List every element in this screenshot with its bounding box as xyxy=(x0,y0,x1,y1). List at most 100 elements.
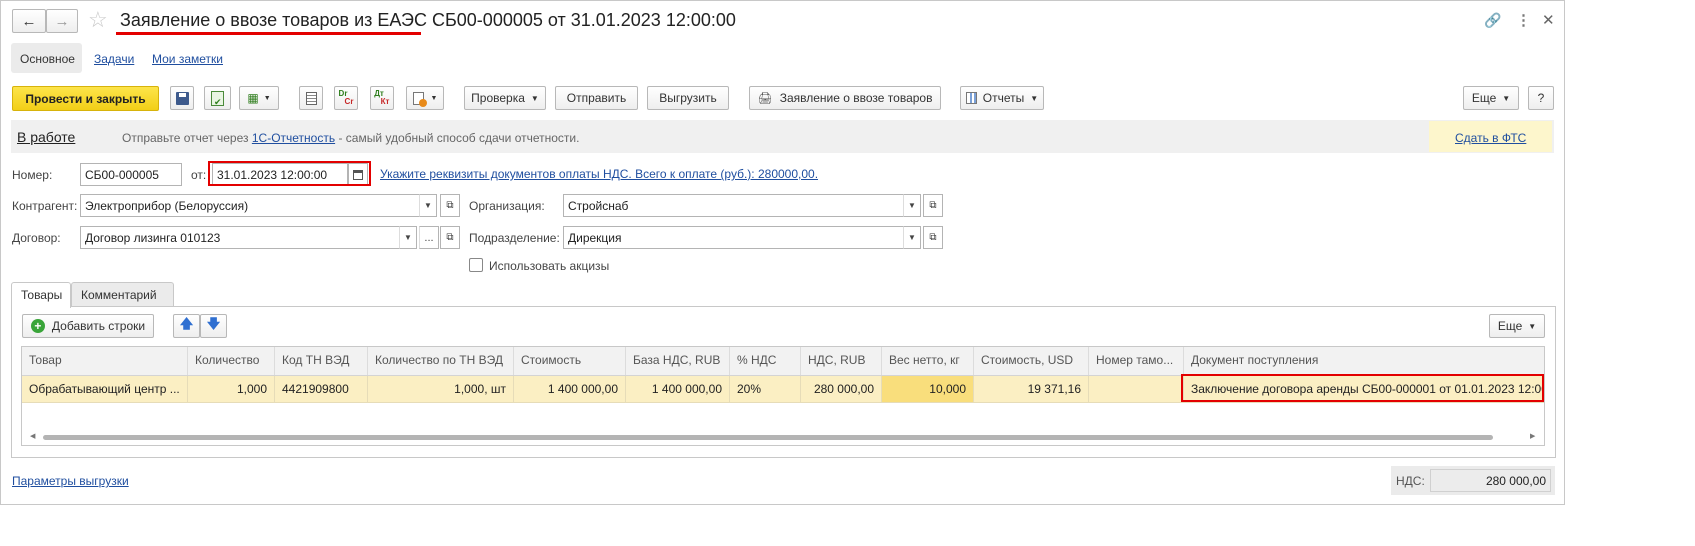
col-vat-base[interactable]: База НДС, RUB xyxy=(626,347,730,375)
contract-field[interactable]: Договор лизинга 010123 xyxy=(80,226,400,249)
department-field[interactable]: Дирекция xyxy=(563,226,904,249)
reporting-hint: Отправьте отчет через 1С-Отчетность - са… xyxy=(122,131,579,145)
chevron-down-icon: ▼ xyxy=(1502,93,1511,103)
open-window-icon: ⧉ xyxy=(929,232,937,243)
cell-cost[interactable]: 1 400 000,00 xyxy=(514,376,626,402)
cell-hs-code[interactable]: 4421909800 xyxy=(275,376,368,402)
post-button[interactable]: ✔ xyxy=(204,86,231,110)
send-button[interactable]: Отправить xyxy=(555,86,638,110)
vat-payment-link[interactable]: Укажите реквизиты документов оплаты НДС.… xyxy=(380,167,818,181)
col-vat-amount[interactable]: НДС, RUB xyxy=(801,347,882,375)
department-dropdown[interactable]: ▼ xyxy=(903,226,921,249)
cell-customs-number[interactable] xyxy=(1089,376,1184,402)
col-quantity[interactable]: Количество xyxy=(188,347,275,375)
open-window-icon: ⧉ xyxy=(929,200,937,211)
counterparty-open-button[interactable]: ⧉ xyxy=(440,194,460,217)
cell-cost-usd[interactable]: 19 371,16 xyxy=(974,376,1089,402)
export-button[interactable]: Выгрузить xyxy=(647,86,729,110)
counterparty-dropdown[interactable]: ▼ xyxy=(419,194,437,217)
add-rows-button[interactable]: + Добавить строки xyxy=(22,314,154,338)
check-button-label: Проверка xyxy=(471,91,525,105)
table-header: Товар Количество Код ТН ВЭД Количество п… xyxy=(22,347,1544,376)
cr-icon: Cr xyxy=(344,97,354,106)
link-icon[interactable]: 🔗 xyxy=(1484,12,1501,29)
cell-hs-quantity[interactable]: 1,000, шт xyxy=(368,376,514,402)
move-down-button[interactable]: 🡇 xyxy=(200,314,227,338)
col-cost-usd[interactable]: Стоимость, USD xyxy=(974,347,1089,375)
contract-dropdown[interactable]: ▼ xyxy=(399,226,417,249)
statement-print-button[interactable]: 🖨 Заявление о ввозе товаров xyxy=(749,86,941,110)
organization-field[interactable]: Стройснаб xyxy=(563,194,904,217)
create-based-icon: ▦ xyxy=(247,91,259,105)
tab-tasks[interactable]: Задачи xyxy=(94,52,134,66)
contract-open-button[interactable]: ⧉ xyxy=(440,226,460,249)
organization-dropdown[interactable]: ▼ xyxy=(903,194,921,217)
arrow-right-icon: → xyxy=(54,12,70,30)
dr-cr-button[interactable]: Dr Cr xyxy=(334,86,358,110)
move-up-button[interactable]: 🡅 xyxy=(173,314,200,338)
contract-select-button[interactable]: ... xyxy=(419,226,439,249)
reporting-service-link[interactable]: 1С-Отчетность xyxy=(252,131,335,145)
table-more-button[interactable]: Еще ▼ xyxy=(1489,314,1545,338)
structure-button[interactable] xyxy=(299,86,323,110)
check-button[interactable]: Проверка ▼ xyxy=(464,86,546,110)
organization-open-button[interactable]: ⧉ xyxy=(923,194,943,217)
col-net-weight[interactable]: Вес нетто, кг xyxy=(882,347,974,375)
post-close-button[interactable]: Провести и закрыть xyxy=(12,86,159,111)
create-based-on-button[interactable]: ▦ ▼ xyxy=(239,86,279,110)
counterparty-label: Контрагент: xyxy=(12,199,78,213)
document-window: ← → ☆ Заявление о ввозе товаров из ЕАЭС … xyxy=(0,0,1565,505)
cell-quantity[interactable]: 1,000 xyxy=(188,376,275,402)
col-product[interactable]: Товар xyxy=(22,347,188,375)
arrow-up-icon: 🡅 xyxy=(179,316,194,331)
arrow-left-icon: ← xyxy=(21,12,37,30)
add-rows-label: Добавить строки xyxy=(51,319,146,333)
tab-goods[interactable]: Товары xyxy=(11,282,71,308)
contract-label: Договор: xyxy=(12,231,61,245)
excise-checkbox[interactable] xyxy=(469,258,483,272)
department-open-button[interactable]: ⧉ xyxy=(923,226,943,249)
chevron-down-icon: ▼ xyxy=(424,201,432,210)
kt-icon: Кт xyxy=(380,97,390,106)
cell-vat-base[interactable]: 1 400 000,00 xyxy=(626,376,730,402)
back-button[interactable]: ← xyxy=(12,9,46,33)
cell-product[interactable]: Обрабатывающий центр ... xyxy=(22,376,188,402)
number-field[interactable]: СБ00-000005 xyxy=(80,163,182,186)
close-icon[interactable]: ✕ xyxy=(1542,11,1555,29)
help-button[interactable]: ? xyxy=(1528,86,1554,110)
more-vert-icon[interactable]: ⋮ xyxy=(1516,11,1531,29)
col-cost[interactable]: Стоимость xyxy=(514,347,626,375)
col-hs-code[interactable]: Код ТН ВЭД xyxy=(275,347,368,375)
vat-total-field: 280 000,00 xyxy=(1430,469,1551,492)
hint-suffix: - самый удобный способ сдачи отчетности. xyxy=(338,131,580,145)
date-highlight-annotation xyxy=(208,161,371,186)
scroll-left-icon[interactable]: ◀ xyxy=(30,432,35,440)
col-customs-number[interactable]: Номер тамо... xyxy=(1089,347,1184,375)
col-vat-rate[interactable]: % НДС xyxy=(730,347,801,375)
favorite-star-icon[interactable]: ☆ xyxy=(88,8,108,32)
save-button[interactable] xyxy=(170,86,194,110)
number-label: Номер: xyxy=(12,168,53,182)
cell-vat-rate[interactable]: 20% xyxy=(730,376,801,402)
forward-button[interactable]: → xyxy=(46,9,78,33)
more-button[interactable]: Еще ▼ xyxy=(1463,86,1519,110)
chevron-down-icon: ▼ xyxy=(263,94,271,102)
horizontal-scrollbar[interactable] xyxy=(43,435,1493,440)
col-hs-quantity[interactable]: Количество по ТН ВЭД xyxy=(368,347,514,375)
export-params-link[interactable]: Параметры выгрузки xyxy=(12,474,129,488)
submit-fts-link[interactable]: Сдать в ФТС xyxy=(1455,131,1526,145)
chevron-down-icon: ▼ xyxy=(1030,93,1039,103)
print-menu-button[interactable]: ▼ xyxy=(406,86,444,110)
col-receipt-document[interactable]: Документ поступления xyxy=(1184,347,1544,375)
tab-notes[interactable]: Мои заметки xyxy=(152,52,223,66)
tab-comment[interactable]: Комментарий xyxy=(71,282,174,307)
counterparty-field[interactable]: Электроприбор (Белоруссия) xyxy=(80,194,420,217)
scroll-right-icon[interactable]: ▶ xyxy=(1530,432,1535,440)
reports-button[interactable]: Отчеты ▼ xyxy=(960,86,1044,110)
dt-kt-button[interactable]: Дт Кт xyxy=(370,86,394,110)
vat-total-label: НДС: xyxy=(1396,474,1425,488)
status-label[interactable]: В работе xyxy=(17,129,75,145)
open-window-icon: ⧉ xyxy=(446,232,454,243)
cell-net-weight[interactable]: 10,000 xyxy=(882,376,974,402)
cell-vat-amount[interactable]: 280 000,00 xyxy=(801,376,882,402)
